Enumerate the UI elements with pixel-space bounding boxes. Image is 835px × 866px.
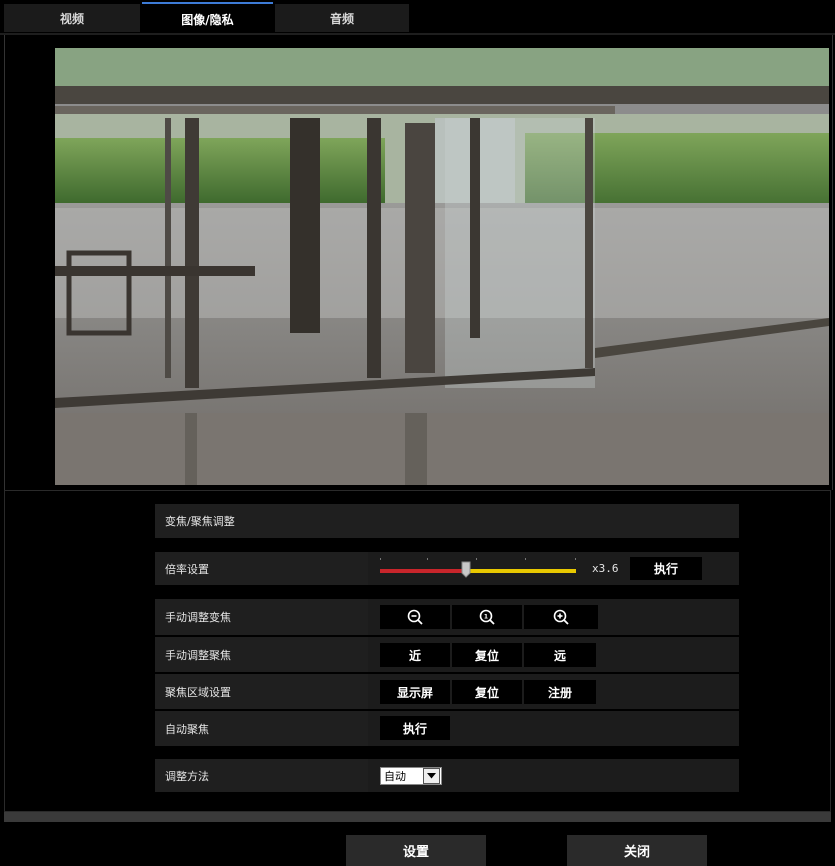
footer: 设置 关闭 [0, 822, 835, 866]
auto-focus-row: 自动聚焦 执行 [155, 711, 739, 746]
zoom-setting-row: 倍率设置 x3.6 执行 [155, 552, 739, 585]
focus-far-button[interactable]: 远 [524, 643, 596, 667]
focus-reset-button[interactable]: 复位 [452, 643, 522, 667]
focus-area-display-button[interactable]: 显示屏 [380, 680, 450, 704]
focus-area-control: 显示屏 复位 注册 [368, 674, 739, 709]
camera-live-image[interactable] [55, 48, 829, 485]
zoom-slider[interactable] [380, 556, 576, 580]
zoom-out-icon [407, 609, 423, 625]
auto-focus-control: 执行 [368, 711, 739, 746]
adjust-method-control: 自动 [368, 759, 739, 792]
manual-zoom-label: 手动调整变焦 [165, 611, 231, 624]
svg-text:1: 1 [484, 614, 488, 621]
zoom-value: x3.6 [592, 562, 619, 575]
focus-area-row: 聚焦区域设置 显示屏 复位 注册 [155, 674, 739, 709]
focus-area-label: 聚焦区域设置 [165, 685, 231, 699]
close-button[interactable]: 关闭 [567, 835, 707, 866]
zoom-in-button[interactable] [524, 605, 598, 629]
section-header: 变焦/聚焦调整 [155, 504, 739, 538]
zoom-slider-track [380, 558, 576, 578]
manual-zoom-control: 1 [368, 599, 739, 635]
zoom-execute-button[interactable]: 执行 [630, 557, 702, 580]
camera-scene [55, 48, 829, 485]
set-button[interactable]: 设置 [346, 835, 486, 866]
panel-bottom-bar [4, 812, 831, 822]
manual-focus-row: 手动调整聚焦 近 复位 远 [155, 637, 739, 672]
zoom-reset-button[interactable]: 1 [452, 605, 522, 629]
chevron-down-icon [423, 768, 440, 784]
focus-area-reset-button[interactable]: 复位 [452, 680, 522, 704]
tab-image-privacy[interactable]: 图像/隐私 [142, 2, 273, 34]
adjust-method-value: 自动 [384, 770, 406, 783]
adjust-method-select[interactable]: 自动 [380, 767, 442, 785]
adjust-method-label: 调整方法 [165, 769, 209, 783]
section-title: 变焦/聚焦调整 [165, 515, 235, 528]
zoom-setting-control: x3.6 执行 [368, 552, 739, 585]
zoom-out-button[interactable] [380, 605, 450, 629]
manual-zoom-row: 手动调整变焦 1 [155, 599, 739, 635]
tab-bar: 视频 图像/隐私 音频 [0, 0, 835, 34]
zoom-in-icon [553, 609, 569, 625]
tab-audio[interactable]: 音频 [275, 4, 409, 32]
focus-near-button[interactable]: 近 [380, 643, 450, 667]
adjust-method-row: 调整方法 自动 [155, 759, 739, 792]
manual-focus-label: 手动调整聚焦 [165, 648, 231, 662]
focus-area-register-button[interactable]: 注册 [524, 680, 596, 704]
manual-focus-control: 近 复位 远 [368, 637, 739, 672]
zoom-reset-icon: 1 [479, 609, 495, 625]
zoom-setting-label: 倍率设置 [165, 562, 209, 576]
tab-video[interactable]: 视频 [4, 4, 140, 32]
auto-focus-execute-button[interactable]: 执行 [380, 716, 450, 740]
auto-focus-label: 自动聚焦 [165, 722, 209, 736]
